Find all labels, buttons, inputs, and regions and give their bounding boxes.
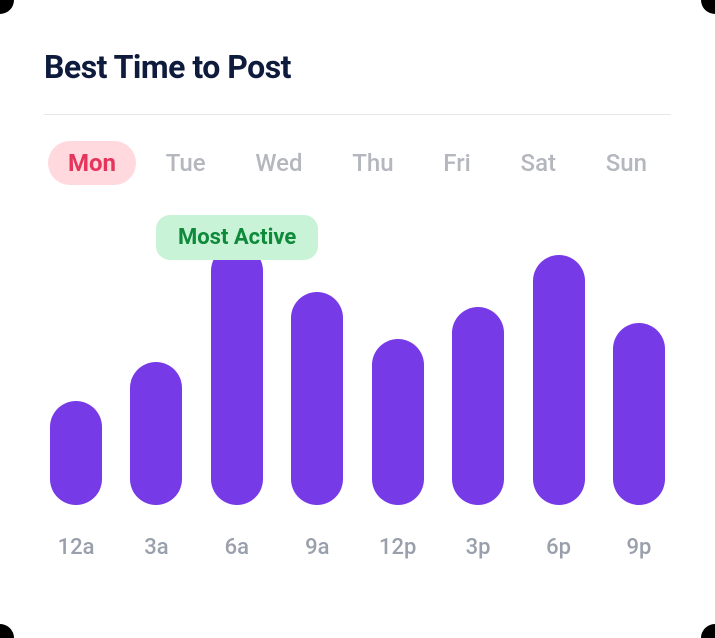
x-label: 3a	[130, 535, 182, 560]
day-tab-thu[interactable]: Thu	[332, 141, 413, 185]
day-tab-wed[interactable]: Wed	[235, 141, 322, 185]
best-time-card: Best Time to Post Mon Tue Wed Thu Fri Sa…	[0, 0, 715, 638]
x-label: 9p	[613, 535, 665, 560]
day-tab-tue[interactable]: Tue	[146, 141, 226, 185]
day-tab-fri[interactable]: Fri	[423, 141, 491, 185]
bar-12p	[372, 339, 424, 505]
bar-9p	[613, 323, 665, 505]
day-tabs: Mon Tue Wed Thu Fri Sat Sun	[44, 141, 671, 185]
divider	[44, 114, 671, 115]
x-label: 6a	[211, 535, 263, 560]
x-label: 12p	[372, 535, 424, 560]
bar-3p	[452, 307, 504, 505]
day-tab-sun[interactable]: Sun	[586, 141, 667, 185]
day-tab-sat[interactable]: Sat	[501, 141, 576, 185]
bar-3a	[130, 362, 182, 505]
bar-6a	[211, 245, 263, 505]
x-label: 6p	[533, 535, 585, 560]
x-label: 12a	[50, 535, 102, 560]
chart: Most Active 12a 3a 6a 9a 12p 3p 6p 9p	[44, 215, 671, 560]
card-title: Best Time to Post	[44, 48, 671, 86]
bar-6p	[533, 255, 585, 505]
day-tab-mon[interactable]: Mon	[48, 141, 136, 185]
x-axis: 12a 3a 6a 9a 12p 3p 6p 9p	[44, 535, 671, 560]
x-label: 3p	[452, 535, 504, 560]
most-active-badge: Most Active	[156, 215, 318, 260]
bar-9a	[291, 292, 343, 505]
x-label: 9a	[291, 535, 343, 560]
bars-area	[44, 215, 671, 505]
bar-12a	[50, 401, 102, 505]
